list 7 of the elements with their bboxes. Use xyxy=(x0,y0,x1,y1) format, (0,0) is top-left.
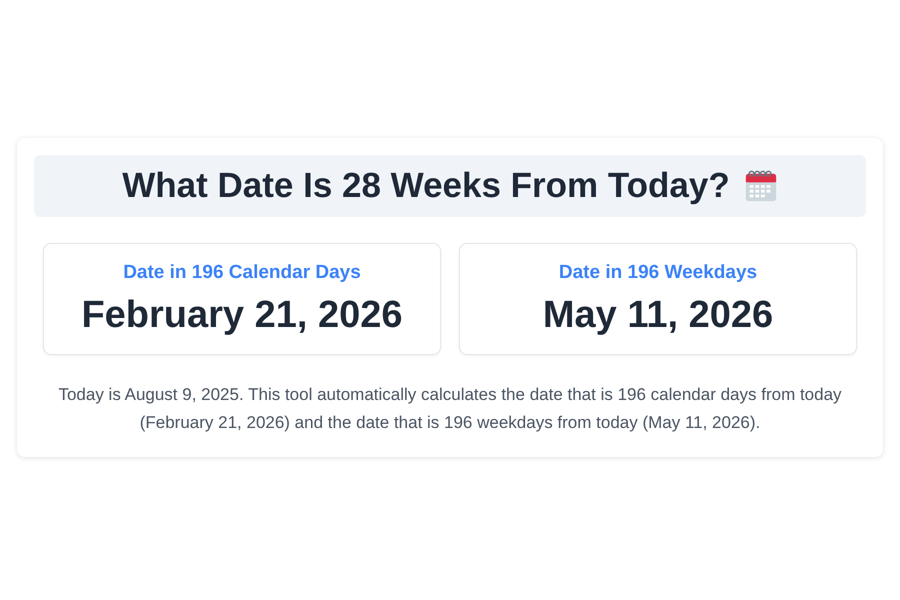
description-text: Today is August 9, 2025. This tool automatically calculates the date that is 196 calendar days from today (February 21, 2026) and the date that is 196 weekdays from today (May 11, 2026). xyxy=(57,384,843,434)
calendar-icon xyxy=(744,169,778,203)
result-label: Date in 196 Calendar Days xyxy=(123,262,361,284)
result-date: May 11, 2026 xyxy=(542,294,774,336)
page-title: What Date Is 28 Weeks From Today? xyxy=(122,166,730,206)
result-date: February 21, 2026 xyxy=(81,294,403,336)
result-label: Date in 196 Weekdays xyxy=(558,262,758,284)
